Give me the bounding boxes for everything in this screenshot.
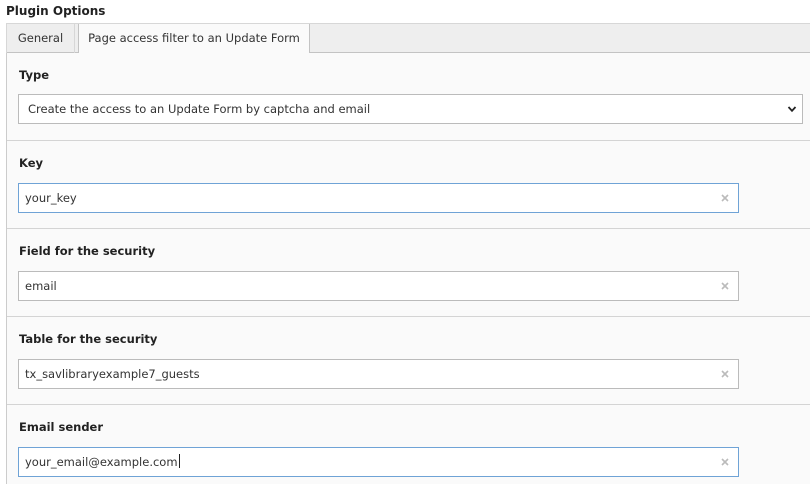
security-table-label: Table for the security — [19, 332, 158, 346]
tab-page-access-filter[interactable]: Page access filter to an Update Form — [78, 24, 310, 54]
close-icon[interactable] — [720, 193, 730, 203]
type-label: Type — [19, 68, 50, 82]
security-field-input-value: email — [25, 279, 57, 293]
key-input-value: your_key — [25, 191, 77, 205]
email-sender-section: Email sender your_email@example.com — [7, 405, 810, 484]
security-field-input[interactable]: email — [18, 271, 739, 301]
text-caret — [178, 454, 180, 468]
close-icon[interactable] — [720, 281, 730, 291]
security-table-section: Table for the security tx_savlibraryexam… — [7, 317, 810, 405]
security-field-label: Field for the security — [19, 244, 156, 258]
close-icon[interactable] — [720, 457, 730, 467]
email-sender-input[interactable]: your_email@example.com — [18, 447, 739, 477]
key-section: Key your_key — [7, 141, 810, 229]
chevron-down-icon — [787, 106, 797, 113]
security-table-input[interactable]: tx_savlibraryexample7_guests — [18, 359, 739, 389]
type-select[interactable]: Create the access to an Update Form by c… — [18, 94, 803, 124]
tab-bar: General Page access filter to an Update … — [6, 23, 810, 54]
key-input[interactable]: your_key — [18, 183, 739, 213]
email-sender-label: Email sender — [19, 420, 104, 434]
security-field-section: Field for the security email — [7, 229, 810, 317]
close-icon[interactable] — [720, 369, 730, 379]
tab-panel: Type Create the access to an Update Form… — [6, 53, 810, 484]
type-select-value: Create the access to an Update Form by c… — [28, 102, 371, 116]
key-label: Key — [19, 156, 44, 170]
type-section: Type Create the access to an Update Form… — [7, 53, 810, 141]
security-table-input-value: tx_savlibraryexample7_guests — [25, 367, 200, 381]
plugin-options-heading: Plugin Options — [6, 4, 106, 18]
email-sender-input-value: your_email@example.com — [25, 455, 178, 469]
tab-general[interactable]: General — [6, 24, 75, 53]
plugin-options-page: Plugin Options General Page access filte… — [0, 0, 810, 484]
email-sender-input-text: your_email@example.com — [25, 448, 180, 476]
